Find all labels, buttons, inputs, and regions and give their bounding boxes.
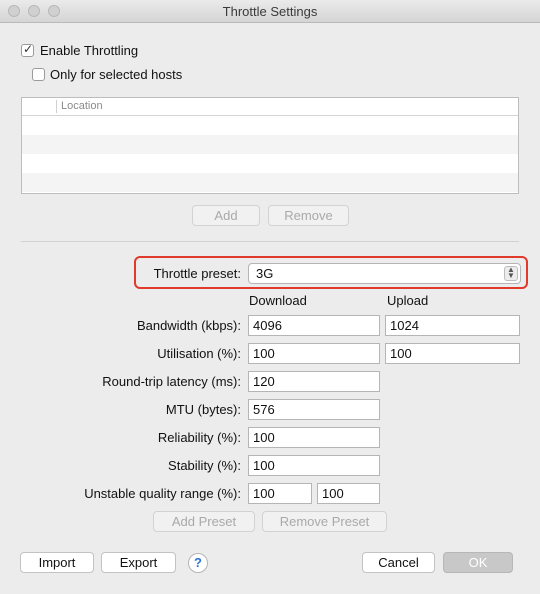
only-selected-hosts-checkbox[interactable] bbox=[32, 68, 45, 81]
title-bar[interactable]: Throttle Settings bbox=[0, 0, 540, 23]
column-divider bbox=[56, 100, 57, 113]
enable-throttling-checkbox[interactable] bbox=[21, 42, 34, 57]
utilisation-download-field[interactable]: 100 bbox=[248, 343, 380, 364]
stability-field[interactable]: 100 bbox=[248, 455, 380, 476]
utilisation-upload-field[interactable]: 100 bbox=[385, 343, 520, 364]
mtu-label: MTU (bytes): bbox=[165, 402, 241, 417]
help-icon[interactable]: ? bbox=[188, 553, 208, 573]
bandwidth-label: Bandwidth (kbps): bbox=[136, 318, 241, 333]
table-row bbox=[22, 173, 518, 192]
preset-highlight-box bbox=[134, 256, 528, 289]
latency-field[interactable]: 120 bbox=[248, 371, 380, 392]
bandwidth-download-field[interactable]: 4096 bbox=[248, 315, 380, 336]
unstable-range-max-field[interactable]: 100 bbox=[317, 483, 380, 504]
table-row bbox=[22, 135, 518, 154]
remove-host-button[interactable]: Remove bbox=[268, 205, 349, 226]
enable-throttling-label[interactable]: Enable Throttling bbox=[40, 43, 138, 58]
add-host-button[interactable]: Add bbox=[192, 205, 260, 226]
remove-preset-button[interactable]: Remove Preset bbox=[262, 511, 387, 532]
reliability-field[interactable]: 100 bbox=[248, 427, 380, 448]
table-header: Location bbox=[22, 98, 518, 116]
only-selected-hosts-label[interactable]: Only for selected hosts bbox=[50, 67, 182, 82]
section-divider bbox=[21, 241, 519, 242]
bandwidth-upload-field[interactable]: 1024 bbox=[385, 315, 520, 336]
add-preset-button[interactable]: Add Preset bbox=[153, 511, 255, 532]
reliability-label: Reliability (%): bbox=[157, 430, 241, 445]
table-row bbox=[22, 116, 518, 135]
location-column-header[interactable]: Location bbox=[61, 100, 103, 112]
window-title: Throttle Settings bbox=[222, 4, 318, 19]
upload-column-heading: Upload bbox=[387, 293, 429, 308]
unstable-range-min-field[interactable]: 100 bbox=[248, 483, 312, 504]
stability-label: Stability (%): bbox=[168, 458, 241, 473]
download-column-heading: Download bbox=[249, 293, 307, 308]
import-button[interactable]: Import bbox=[20, 552, 94, 573]
throttle-settings-window: Throttle Settings Enable Throttling Only… bbox=[0, 0, 540, 594]
unstable-quality-range-label: Unstable quality range (%): bbox=[84, 486, 241, 501]
export-button[interactable]: Export bbox=[101, 552, 176, 573]
utilisation-label: Utilisation (%): bbox=[157, 346, 241, 361]
hosts-table[interactable]: Location bbox=[21, 97, 519, 194]
latency-label: Round-trip latency (ms): bbox=[102, 374, 241, 389]
ok-button[interactable]: OK bbox=[443, 552, 513, 573]
table-row bbox=[22, 154, 518, 173]
mtu-field[interactable]: 576 bbox=[248, 399, 380, 420]
cancel-button[interactable]: Cancel bbox=[362, 552, 435, 573]
